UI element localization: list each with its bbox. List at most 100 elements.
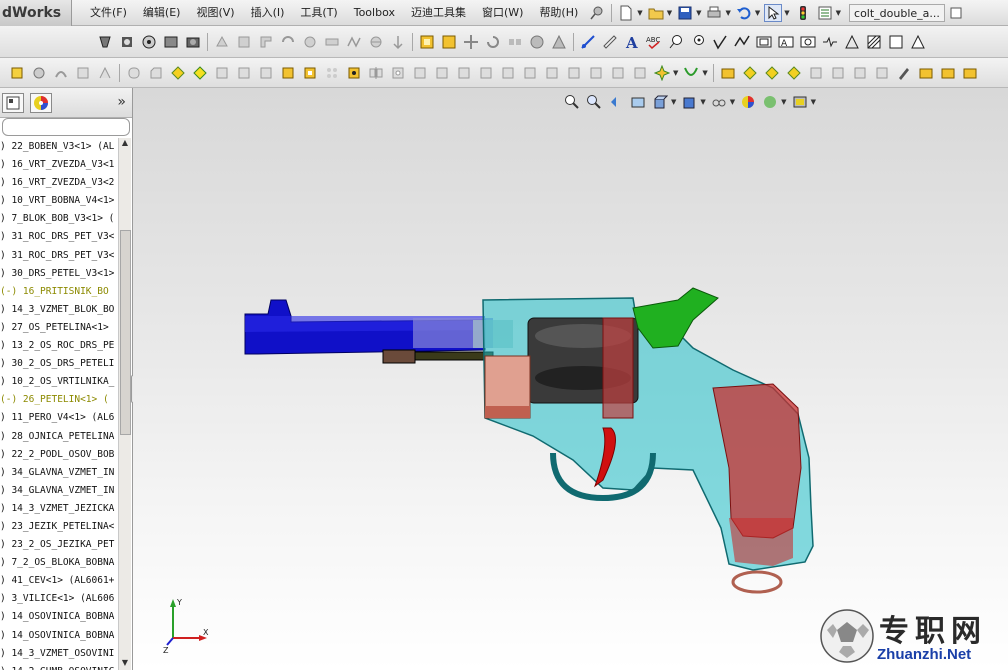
tree-item[interactable]: ) 30_2_OS_DRS_PETELI [0, 355, 118, 373]
fillet-icon[interactable] [125, 64, 143, 82]
tree-item[interactable]: ) 31_ROC_DRS_PET_V3< [0, 247, 118, 265]
tree-item[interactable]: (-) 16_PRITISNIK_BO [0, 283, 118, 301]
tree-item[interactable]: ) 10_VRT_BOBNA_V4<1> [0, 192, 118, 210]
toolbox-9-icon[interactable] [917, 64, 935, 82]
rib-icon[interactable] [213, 64, 231, 82]
geometric-tolerance-icon[interactable] [799, 33, 817, 51]
simple-hole-icon[interactable] [411, 64, 429, 82]
datum-feature-icon[interactable] [755, 33, 773, 51]
menu-view[interactable]: 视图(V) [188, 0, 242, 26]
extrude-icon[interactable] [8, 64, 26, 82]
tree-item[interactable]: ) 16_VRT_ZVEZDA_V3<2 [0, 174, 118, 192]
yellow-block-1-icon[interactable] [418, 33, 436, 51]
pencil-icon[interactable] [895, 64, 913, 82]
toolbox-8-icon[interactable] [873, 64, 891, 82]
toolbox-4-icon[interactable] [785, 64, 803, 82]
tree-item[interactable]: ) 11_PERO_V4<1> (AL6 [0, 409, 118, 427]
open-folder-icon[interactable] [647, 4, 665, 22]
menu-toolbox[interactable]: Toolbox [346, 0, 403, 26]
tree-item[interactable]: ) 7_BLOK_BOB_V3<1> ( [0, 210, 118, 228]
circular-pattern-icon[interactable] [345, 64, 363, 82]
toolbox-3-icon[interactable] [763, 64, 781, 82]
center-mark-icon[interactable] [843, 33, 861, 51]
sweep-icon[interactable] [52, 64, 70, 82]
chevron-down-icon[interactable]: ▼ [725, 9, 730, 17]
menu-window[interactable]: 窗口(W) [474, 0, 531, 26]
sparkle-tool-icon[interactable] [653, 64, 671, 82]
component-tool-icon[interactable] [118, 33, 136, 51]
chevron-down-icon[interactable]: ▼ [702, 69, 707, 77]
tab-display-manager[interactable] [30, 93, 52, 113]
wrap-icon[interactable] [235, 64, 253, 82]
tree-item[interactable]: ) 14_3_VZMET_BLOK_BO [0, 301, 118, 319]
tab-configuration-manager[interactable] [2, 93, 24, 113]
chevron-down-icon[interactable]: ▼ [667, 9, 672, 17]
tree-item[interactable]: ) 22_2_PODL_OSOV_BOB [0, 446, 118, 464]
revolver-3d-model[interactable] [133, 88, 1008, 670]
scrollbar-thumb[interactable] [120, 230, 131, 435]
move-body-icon[interactable] [477, 64, 495, 82]
window-menu-icon[interactable] [947, 4, 965, 22]
spell-check-icon[interactable]: ABC [645, 33, 663, 51]
tree-item[interactable]: (-) 26_PETELIN<1> ( [0, 391, 118, 409]
tree-item[interactable]: ) 13_2_OS_ROC_DRS_PE [0, 337, 118, 355]
delete-body-icon[interactable] [499, 64, 517, 82]
mirror-icon[interactable] [367, 64, 385, 82]
undo-icon[interactable] [735, 4, 753, 22]
scroll-up-arrow[interactable]: ▲ [119, 138, 131, 150]
shell-green-icon[interactable] [169, 64, 187, 82]
tree-item[interactable]: ) 14_OSOVINICA_BOBNA [0, 608, 118, 626]
menu-edit[interactable]: 编辑(E) [135, 0, 189, 26]
linear-pattern-icon[interactable] [323, 64, 341, 82]
menu-maidi-tools[interactable]: 迈迪工具集 [403, 0, 474, 26]
toolbox-6-icon[interactable] [829, 64, 847, 82]
print-icon[interactable] [705, 4, 723, 22]
combine-icon[interactable] [455, 64, 473, 82]
new-file-icon[interactable] [617, 4, 635, 22]
rotate-component-icon[interactable] [484, 33, 502, 51]
auto-balloon-icon[interactable] [689, 33, 707, 51]
dome-icon[interactable] [257, 64, 275, 82]
tree-item[interactable]: ) 16_VRT_ZVEZDA_V3<1 [0, 156, 118, 174]
pin-icon[interactable] [588, 4, 606, 22]
toolbox-7-icon[interactable] [851, 64, 869, 82]
scale-icon[interactable] [521, 64, 539, 82]
circle-tool-icon[interactable] [140, 33, 158, 51]
boundary-icon[interactable] [96, 64, 114, 82]
select-cursor-icon[interactable] [764, 3, 783, 22]
block-icon[interactable] [887, 33, 905, 51]
yellow-block-2-icon[interactable] [440, 33, 458, 51]
tree-item[interactable]: ) 31_ROC_DRS_PET_V3< [0, 228, 118, 246]
chevron-down-icon[interactable]: ▼ [784, 9, 789, 17]
interference-icon[interactable] [550, 33, 568, 51]
tree-item[interactable]: ) 14_OSOVINICA_BOBNA [0, 627, 118, 645]
scroll-down-arrow[interactable]: ▼ [119, 658, 131, 670]
tree-item[interactable]: ) 23_2_OS_JEZIKA_PET [0, 536, 118, 554]
tree-item[interactable]: ) 23_JEZIK_PETELINA< [0, 518, 118, 536]
freeform-icon[interactable] [631, 64, 649, 82]
camera-tool-icon[interactable] [184, 33, 202, 51]
draft-green-icon[interactable] [191, 64, 209, 82]
surface-finish-icon[interactable] [711, 33, 729, 51]
menu-file[interactable]: 文件(F) [82, 0, 135, 26]
tree-item[interactable]: ) 22_BOBEN_V3<1> (AL [0, 138, 118, 156]
mate-icon[interactable] [506, 33, 524, 51]
tree-item[interactable]: ) 10_2_OS_VRTILNIKA_ [0, 373, 118, 391]
chevron-down-icon[interactable]: ▼ [696, 9, 701, 17]
multi-jog-icon[interactable] [821, 33, 839, 51]
toolbox-11-icon[interactable] [961, 64, 979, 82]
feature-yellow-1-icon[interactable] [279, 64, 297, 82]
flex-icon[interactable] [565, 64, 583, 82]
tree-scrollbar[interactable]: ▲ ▼ [118, 138, 131, 670]
toolbox-1-icon[interactable] [719, 64, 737, 82]
intersect-icon[interactable] [609, 64, 627, 82]
revolve-icon[interactable] [30, 64, 48, 82]
chevron-down-icon[interactable]: ▼ [637, 9, 642, 17]
move-component-icon[interactable] [462, 33, 480, 51]
tree-item[interactable]: ) 30_DRS_PETEL_V3<1> [0, 265, 118, 283]
split-icon[interactable] [433, 64, 451, 82]
smart-dimension-icon[interactable] [579, 33, 597, 51]
tree-item[interactable]: ) 14_2_GUMB_OSOVINIC [0, 663, 118, 670]
menu-insert[interactable]: 插入(I) [243, 0, 293, 26]
hole-wizard-icon[interactable] [389, 64, 407, 82]
